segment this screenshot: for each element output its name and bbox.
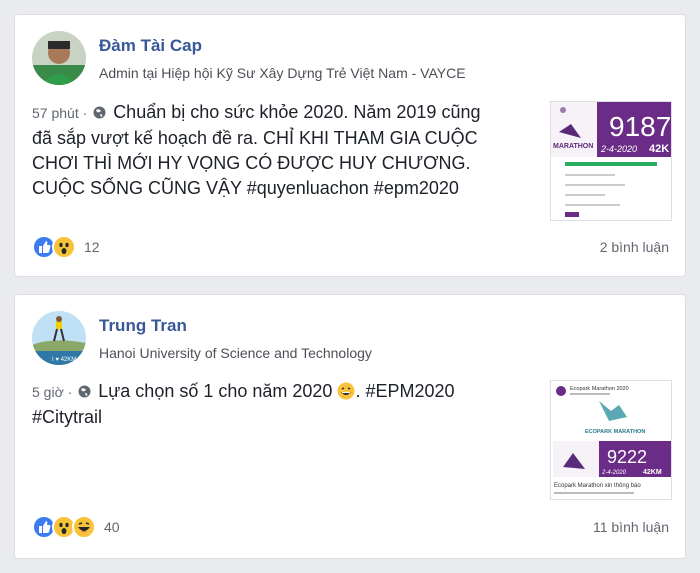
post-text-line: #Citytrail [32, 407, 103, 427]
post-text-line: đã sắp vượt kế hoạch đề ra. CHỈ KHI THAM… [32, 128, 478, 148]
post-text-line: Lựa chọn số 1 cho năm 2020 [98, 381, 333, 401]
avatar[interactable] [32, 31, 86, 85]
wow-icon [52, 235, 76, 259]
post-text-line: CHƠI THÌ MỚI HY VỌNG CÓ ĐƯỢC HUY CHƯƠNG. [32, 153, 471, 173]
post-body: 57 phút · Chuẩn bị cho sức khỏe 2020. Nă… [32, 100, 532, 201]
reaction-summary[interactable]: 12 [32, 234, 100, 260]
globe-icon [93, 101, 106, 119]
thumb-date: 2-4-2020 [600, 144, 637, 154]
author-name[interactable]: Trung Tran [99, 316, 187, 336]
reaction-count[interactable]: 12 [84, 239, 100, 255]
reaction-count[interactable]: 40 [104, 519, 120, 535]
post-card: I ♥ 42KM Trung Tran Hanoi University of … [14, 294, 686, 559]
thumb-brand: ECOPARK MARATHON [585, 429, 645, 435]
avatar[interactable]: I ♥ 42KM [32, 311, 86, 365]
post-time[interactable]: 5 giờ [32, 384, 64, 400]
reaction-summary[interactable]: 40 [32, 514, 120, 540]
grinning-sweat-emoji-icon [337, 382, 355, 400]
thumb-header: Ecopark Marathon 2020 [570, 386, 629, 392]
author-subtitle: Hanoi University of Science and Technolo… [99, 345, 372, 361]
thumb-date: 2-4-2020 [601, 470, 627, 476]
post-body: 5 giờ · Lựa chọn số 1 cho năm 2020 . #EP… [32, 379, 532, 430]
author-name[interactable]: Đàm Tài Cap [99, 36, 202, 56]
haha-icon [72, 515, 96, 539]
thumb-bib-number: 9222 [607, 447, 647, 467]
svg-text:I ♥ 42KM: I ♥ 42KM [52, 357, 76, 363]
author-subtitle: Admin tại Hiệp hội Kỹ Sư Xây Dựng Trẻ Vi… [99, 65, 466, 81]
thumb-caption: Ecopark Marathon xin thông báo [554, 483, 641, 489]
post-text-line-tail: . #EPM2020 [355, 381, 455, 401]
post-time[interactable]: 57 phút [32, 105, 79, 121]
globe-icon [78, 380, 91, 398]
comment-count-link[interactable]: 2 bình luận [600, 239, 669, 255]
post-text-line: Chuẩn bị cho sức khỏe 2020. Năm 2019 cũn… [113, 102, 481, 122]
thumb-bib-number: 9187 [609, 111, 671, 142]
post-card: Đàm Tài Cap Admin tại Hiệp hội Kỹ Sư Xây… [14, 14, 686, 277]
post-thumbnail[interactable]: MARATHON 9187 2-4-2020 42K [550, 101, 672, 221]
post-thumbnail[interactable]: Ecopark Marathon 2020 ECOPARK MARATHON 9… [550, 380, 672, 500]
thumb-distance: 42KM [643, 469, 662, 476]
comment-count-link[interactable]: 11 bình luận [593, 519, 669, 535]
post-text-line: CUỘC SỐNG CŨNG VẬY #quyenluachon #epm202… [32, 178, 459, 198]
thumb-distance: 42K [649, 143, 669, 155]
svg-text:MARATHON: MARATHON [553, 143, 593, 150]
